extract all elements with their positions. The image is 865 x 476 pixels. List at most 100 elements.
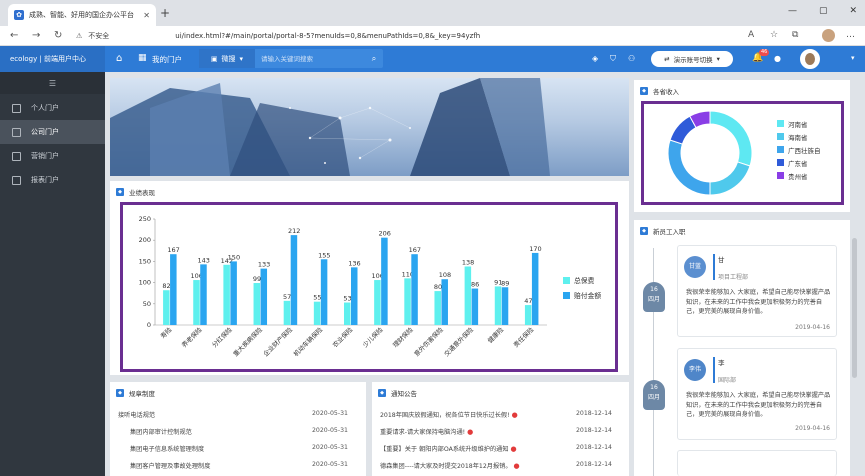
card-header: ◆ 规章制度 <box>116 388 155 398</box>
user-avatar[interactable] <box>800 49 820 69</box>
timeline-card[interactable] <box>677 450 837 476</box>
sidebar-item-marketing-portal[interactable]: 营销门户 <box>0 144 105 168</box>
card-title: 规章制度 <box>129 390 155 398</box>
staff-name: 甘 <box>718 256 725 264</box>
legend-item[interactable]: 广东省 <box>777 156 821 169</box>
list-item[interactable]: 德森集团----请大家及时提交2018年12月报销。 ● <box>380 461 520 470</box>
bar-payout <box>501 287 509 325</box>
bar-payout <box>381 237 388 325</box>
welcome-text: 我很荣幸能够加入 大家庭，希望自己能尽快掌握产品知识，在未来的工作中我会更加积极… <box>686 392 831 418</box>
timeline-card[interactable]: 李伟 李 国际部 我很荣幸能够加入 大家庭，希望自己能尽快掌握产品知识，在未来的… <box>677 348 837 440</box>
data-label: 167 <box>167 246 179 254</box>
legend-label: 广西壮族自 <box>788 146 821 155</box>
app-window: ✿ 成熟、智能、好用的国企办公平台 ✕ + — ▢ ✕ ← → ↻ ⚠ 不安全 … <box>0 0 865 476</box>
favorite-icon[interactable]: ☆ <box>770 30 778 40</box>
list-item[interactable]: 接听电话规范 <box>118 410 155 419</box>
card-title: 各省收入 <box>653 88 679 96</box>
search-icon[interactable]: ⌕ <box>365 54 383 64</box>
donut-slice <box>667 139 711 196</box>
x-tick-label: 理财保险 <box>391 325 416 350</box>
data-label: 143 <box>198 256 210 264</box>
data-label: 47 <box>524 297 532 305</box>
timeline-month: 四月 <box>647 296 660 303</box>
scrollbar[interactable] <box>852 238 857 378</box>
x-tick-label: 责任保险 <box>511 325 536 350</box>
legend-swatch <box>563 277 570 284</box>
data-label: 53 <box>343 295 351 303</box>
insecure-label: 不安全 <box>88 32 110 40</box>
sidebar-item-personal-portal[interactable]: 个人门户 <box>0 96 105 120</box>
y-tick-label: 250 <box>139 215 151 223</box>
bar-payout <box>411 254 418 325</box>
card-title: 通知公告 <box>391 390 417 398</box>
refresh-icon[interactable]: ↻ <box>54 30 62 41</box>
org-chart-icon[interactable]: ⚇ <box>628 54 635 63</box>
sidebar-item-label: 报表门户 <box>31 176 59 184</box>
back-icon[interactable]: ← <box>10 30 18 41</box>
forward-icon[interactable]: → <box>32 30 40 41</box>
unread-dot-icon: ● <box>510 445 517 453</box>
close-window-icon[interactable]: ✕ <box>849 6 857 16</box>
x-tick-label: 少儿保险 <box>360 325 385 350</box>
x-tick-label: 分红保险 <box>210 325 235 350</box>
minimize-icon[interactable]: — <box>788 6 797 16</box>
search-input[interactable] <box>255 54 365 63</box>
bar-payout <box>230 261 237 325</box>
sidebar-item-company-portal[interactable]: 公司门户 <box>0 120 105 144</box>
header-more-icon[interactable]: ▾ <box>851 54 855 62</box>
url-text[interactable]: ui/index.html?#/main/portal/portal-8-5?m… <box>175 32 480 40</box>
home-icon[interactable]: ⌂ <box>116 53 122 64</box>
sidebar-collapse-icon[interactable]: ☰ <box>0 72 105 94</box>
close-tab-icon[interactable]: ✕ <box>143 11 150 20</box>
bar-payout <box>170 254 177 325</box>
list-item[interactable]: 集团客户管理及事故处理制度 <box>130 461 210 470</box>
browser-menu-icon[interactable]: … <box>846 30 855 40</box>
post-date: 2019-04-16 <box>795 324 830 331</box>
read-aloud-icon[interactable]: A <box>748 30 754 40</box>
browser-tab[interactable]: ✿ 成熟、智能、好用的国企办公平台 ✕ <box>8 4 156 26</box>
y-tick-label: 0 <box>147 321 151 329</box>
list-item[interactable]: 集团内部审计控制规范 <box>130 427 192 436</box>
x-tick-label: 健康险 <box>485 325 505 345</box>
url-box[interactable]: ⚠ 不安全 ui/index.html?#/main/portal/portal… <box>76 29 716 43</box>
tag-icon: ◆ <box>378 389 386 397</box>
my-portal-link[interactable]: 我的门户 <box>152 54 182 65</box>
list-item-date: 2020-05-31 <box>312 444 348 451</box>
list-item[interactable]: 重要请求-请大家保持电脑沟通! ● <box>380 427 473 436</box>
search-scope-select[interactable]: ▣ 微搜 ▾ <box>199 49 255 68</box>
list-item[interactable]: 集团电子信息系统管理制度 <box>130 444 204 453</box>
legend-label: 广东省 <box>788 159 808 168</box>
card-title: 新员工入职 <box>653 228 686 236</box>
bar-payout <box>200 264 207 325</box>
sidebar-item-report-portal[interactable]: 报表门户 <box>0 168 105 192</box>
browser-profile-avatar[interactable] <box>822 29 835 42</box>
x-tick-label: 重大疾病保险 <box>231 325 265 359</box>
apps-grid-icon[interactable]: ▦ <box>138 53 147 63</box>
new-tab-icon[interactable]: + <box>160 6 170 20</box>
demo-account-switch-button[interactable]: ⇄ 演示账号切换 ▾ <box>651 51 733 67</box>
staff-name: 李 <box>718 359 725 367</box>
data-label: 86 <box>471 281 479 289</box>
legend-item[interactable]: 贵州省 <box>777 169 821 182</box>
legend-item[interactable]: 河南省 <box>777 117 821 130</box>
card-title: 业绩表现 <box>129 189 155 197</box>
maximize-icon[interactable]: ▢ <box>819 6 828 16</box>
list-item[interactable]: 【重要】关于 朝阳内部OA系统升级维护的通知 ● <box>380 444 517 453</box>
staff-dept: 国际部 <box>718 377 737 384</box>
chat-icon[interactable]: ● <box>774 54 781 63</box>
legend-label: 河南省 <box>788 120 808 129</box>
data-label: 99 <box>253 275 261 283</box>
data-label: 82 <box>162 282 170 290</box>
donut-slice <box>709 161 751 196</box>
timeline-day: 16 <box>650 384 658 391</box>
data-label: 80 <box>434 283 442 291</box>
bar-payout <box>471 288 479 325</box>
legend-item[interactable]: 广西壮族自 <box>777 143 821 156</box>
collections-icon[interactable]: ⧉ <box>792 30 798 40</box>
timeline-card[interactable]: 甘蓝 甘 项目工程部 我很荣幸能够加入 大家庭，希望自己能尽快掌握产品知识，在未… <box>677 245 837 337</box>
shield-icon[interactable]: ⛉ <box>610 54 616 64</box>
staff-dept: 项目工程部 <box>718 274 749 281</box>
list-item[interactable]: 2018年国庆放假通知，祝各位节日快乐过长假! ● <box>380 410 518 419</box>
cube-icon[interactable]: ◈ <box>592 54 598 63</box>
legend-item[interactable]: 海南省 <box>777 130 821 143</box>
